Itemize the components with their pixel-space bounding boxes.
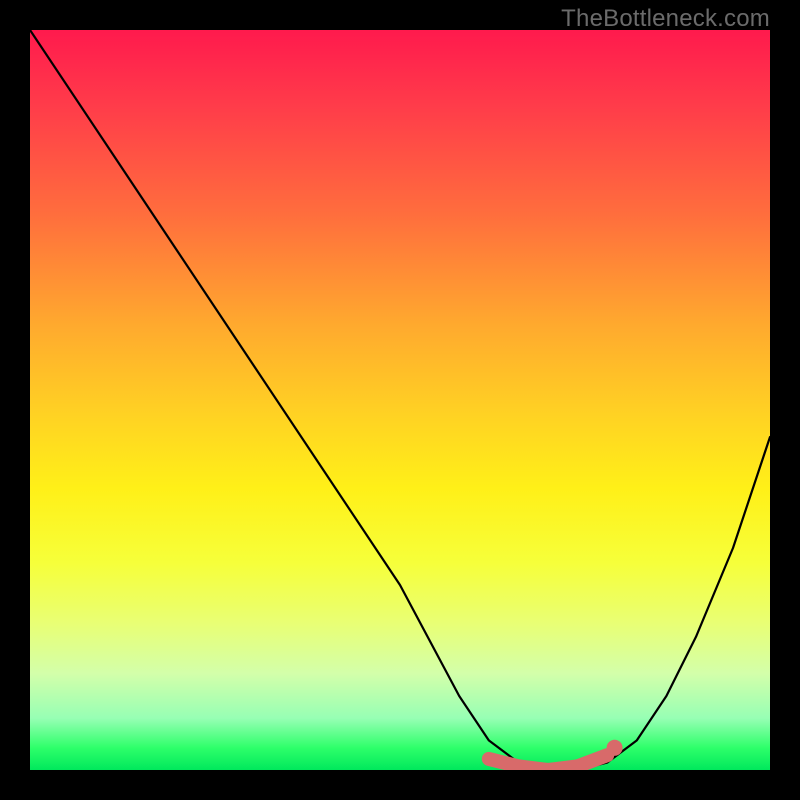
bottleneck-curve — [30, 30, 770, 770]
chart-frame: TheBottleneck.com — [0, 0, 800, 800]
gradient-plot-area — [30, 30, 770, 770]
valley-highlight — [489, 755, 607, 770]
valley-endpoint-dot — [607, 740, 623, 756]
watermark-text: TheBottleneck.com — [561, 5, 770, 33]
curve-layer — [30, 30, 770, 770]
